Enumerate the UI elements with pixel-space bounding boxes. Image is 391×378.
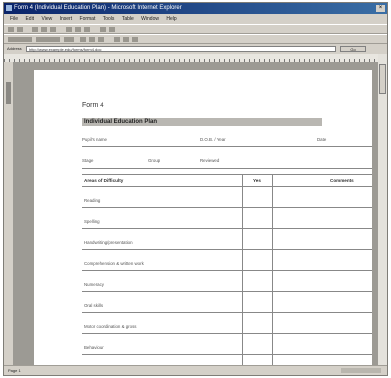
window-title: Form 4 (Individual Education Plan) - Mic… (14, 5, 182, 11)
field-dob: D.O.B. / Year (200, 137, 226, 142)
scroll-thumb[interactable] (379, 64, 386, 94)
align-left-icon[interactable] (114, 37, 120, 42)
menu-table[interactable]: Table (122, 16, 134, 22)
font-size-select[interactable] (64, 37, 74, 42)
row-label: Comprehension & written work (84, 261, 144, 266)
print-icon[interactable] (109, 27, 115, 32)
stop-icon[interactable] (32, 27, 38, 32)
field-stage: Stage (82, 158, 94, 163)
align-center-icon[interactable] (123, 37, 129, 42)
menu-edit[interactable]: Edit (25, 16, 34, 22)
table-header-rule (82, 186, 372, 187)
document-page: Form 4 Individual Education Plan Pupil's… (34, 70, 372, 365)
app-window: Form 4 (Individual Education Plan) - Mic… (3, 2, 388, 376)
status-text: Page 1 (8, 368, 21, 373)
favorites-icon[interactable] (75, 27, 81, 32)
formatting-toolbar (4, 34, 387, 44)
address-input[interactable]: http://www.example.edu/forms/form4.doc (26, 46, 336, 52)
table-border-top (82, 174, 372, 175)
close-icon[interactable]: × (376, 5, 385, 12)
form-word: Form (82, 102, 99, 109)
horizontal-ruler (4, 54, 387, 62)
align-right-icon[interactable] (132, 37, 138, 42)
status-bar: Page 1 (4, 365, 387, 375)
form-number: 4 (100, 103, 104, 109)
menu-tools[interactable]: Tools (103, 16, 115, 22)
menu-window[interactable]: Window (141, 16, 159, 22)
history-icon[interactable] (84, 27, 90, 32)
back-icon[interactable] (8, 27, 14, 32)
font-select[interactable] (36, 37, 60, 42)
mail-icon[interactable] (100, 27, 106, 32)
row-rule (82, 270, 372, 271)
field-reviewed: Reviewed (200, 158, 220, 163)
row-label: Oral skills (84, 303, 104, 308)
row-label: Reading (84, 198, 101, 203)
address-bar: Address http://www.example.edu/forms/for… (4, 44, 387, 54)
row-rule (82, 312, 372, 313)
divider (82, 146, 372, 147)
row-rule (82, 333, 372, 334)
refresh-icon[interactable] (41, 27, 47, 32)
row-label: Handwriting/presentation (84, 240, 133, 245)
form-label: Form 4 (82, 102, 104, 109)
status-zone (341, 368, 381, 373)
style-select[interactable] (8, 37, 32, 42)
row-label: Behaviour (84, 345, 104, 350)
row-label: Motor coordination & gross (84, 324, 137, 329)
col-comments: Comments (330, 178, 354, 183)
ruler-margin-marker (6, 82, 11, 104)
col-areas: Areas of Difficulty (84, 178, 124, 183)
underline-icon[interactable] (98, 37, 104, 42)
vertical-ruler (4, 62, 13, 365)
menu-format[interactable]: Format (80, 16, 96, 22)
menu-help[interactable]: Help (166, 16, 176, 22)
row-label: Numeracy (84, 282, 105, 287)
italic-icon[interactable] (89, 37, 95, 42)
row-label: Spelling (84, 219, 100, 224)
standard-toolbar (4, 24, 387, 34)
app-icon (6, 5, 12, 11)
forward-icon[interactable] (17, 27, 23, 32)
divider (82, 168, 372, 169)
field-group: Group (148, 158, 161, 163)
title-bar: Form 4 (Individual Education Plan) - Mic… (4, 3, 387, 14)
field-pupil-name: Pupil's name (82, 137, 107, 142)
go-button[interactable]: Go (340, 46, 366, 52)
address-label: Address (7, 46, 22, 51)
bold-icon[interactable] (80, 37, 86, 42)
row-rule (82, 207, 372, 208)
search-icon[interactable] (66, 27, 72, 32)
row-rule (82, 291, 372, 292)
row-rule (82, 354, 372, 355)
menu-bar: File Edit View Insert Format Tools Table… (4, 14, 387, 24)
menu-file[interactable]: File (10, 16, 18, 22)
col-yes: Yes (253, 178, 261, 183)
row-rule (82, 228, 372, 229)
field-date: Date (317, 137, 327, 142)
row-rule (82, 249, 372, 250)
vertical-scrollbar[interactable] (378, 54, 387, 365)
menu-insert[interactable]: Insert (60, 16, 73, 22)
menu-view[interactable]: View (41, 16, 52, 22)
document-area: Form 4 Individual Education Plan Pupil's… (13, 62, 378, 365)
home-icon[interactable] (50, 27, 56, 32)
plan-title: Individual Education Plan (82, 118, 322, 126)
